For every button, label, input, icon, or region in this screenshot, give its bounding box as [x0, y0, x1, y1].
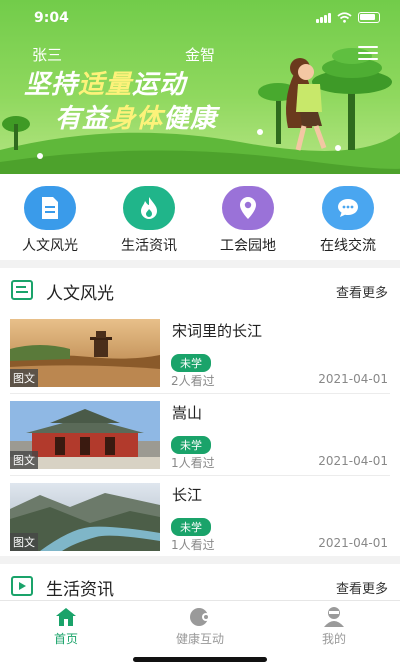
home-indicator [133, 657, 267, 662]
location-pin-icon [222, 186, 274, 230]
status-bar: 9:04 [0, 0, 400, 36]
quicknav-chat[interactable]: 在线交流 [298, 186, 398, 255]
status-badge: 未学 [171, 518, 211, 536]
status-icons [316, 12, 380, 23]
article-thumbnail: 图文 [10, 401, 160, 469]
wifi-icon [337, 12, 352, 23]
tab-profile[interactable]: 我的 [274, 605, 394, 647]
quicknav-life[interactable]: 生活资讯 [99, 186, 199, 255]
article-date: 2021-04-01 [318, 454, 388, 468]
tab-home[interactable]: 首页 [6, 605, 126, 647]
view-more-link[interactable]: 查看更多 [336, 578, 388, 597]
signal-icon [316, 12, 331, 23]
tab-label: 健康互动 [175, 632, 224, 646]
status-badge: 未学 [171, 354, 211, 372]
video-list-icon [11, 576, 33, 596]
banner-slogan-line2: 有益身体健康 [55, 104, 218, 134]
fire-icon [123, 186, 175, 230]
view-more-link[interactable]: 查看更多 [336, 282, 388, 301]
article-title: 嵩山 [172, 404, 203, 422]
quicknav-label: 人文风光 [22, 238, 78, 254]
battery-icon [358, 12, 380, 23]
section-header: 人文风光 查看更多 [0, 268, 400, 312]
article-title: 宋词里的长江 [172, 322, 263, 340]
tab-label: 首页 [53, 632, 78, 646]
status-time: 9:04 [34, 10, 69, 26]
tab-health[interactable]: 健康互动 [140, 605, 260, 647]
thumbnail-tag: 图文 [10, 533, 38, 551]
app-title: 金智 [184, 46, 215, 64]
chat-bubble-icon [322, 186, 374, 230]
section-life: 生活资讯 查看更多 [0, 564, 400, 600]
view-count: 2人看过 [171, 374, 215, 388]
quicknav-label: 工会园地 [220, 238, 276, 254]
section-header: 生活资讯 查看更多 [0, 564, 400, 600]
article-date: 2021-04-01 [318, 536, 388, 550]
quicknav-label: 在线交流 [320, 238, 376, 254]
profile-icon [274, 605, 394, 629]
document-icon [24, 186, 76, 230]
thumbnail-tag: 图文 [10, 451, 38, 469]
article-title: 长江 [172, 486, 203, 504]
section-title: 人文风光 [46, 284, 114, 304]
quick-nav: 人文风光 生活资讯 工会园地 在线交流 [0, 174, 400, 260]
article-thumbnail: 图文 [10, 483, 160, 551]
health-icon [140, 605, 260, 629]
home-icon [6, 605, 126, 629]
thumbnail-tag: 图文 [10, 369, 38, 387]
tab-label: 我的 [321, 632, 346, 646]
article-thumbnail: 图文 [10, 319, 160, 387]
list-item[interactable]: 图文 宋词里的长江 未学 2人看过 2021-04-01 [0, 312, 400, 394]
menu-icon[interactable] [358, 46, 378, 60]
quicknav-culture[interactable]: 人文风光 [0, 186, 100, 255]
view-count: 1人看过 [171, 538, 215, 552]
quicknav-union[interactable]: 工会园地 [198, 186, 298, 255]
header-banner: 9:04 张三 金智 坚持适量运动 有益身体健康 [0, 0, 400, 174]
section-culture: 人文风光 查看更多 图文 宋词里的长江 未学 2人看过 2021-04-01 图… [0, 268, 400, 556]
news-list-icon [11, 280, 33, 300]
list-item[interactable]: 图文 长江 未学 1人看过 2021-04-01 [0, 476, 400, 558]
article-date: 2021-04-01 [318, 372, 388, 386]
section-title: 生活资讯 [46, 580, 114, 600]
banner-slogan-line1: 坚持适量运动 [24, 70, 187, 100]
list-item[interactable]: 图文 嵩山 未学 1人看过 2021-04-01 [0, 394, 400, 476]
status-badge: 未学 [171, 436, 211, 454]
view-count: 1人看过 [171, 456, 215, 470]
quicknav-label: 生活资讯 [121, 238, 177, 254]
user-name[interactable]: 张三 [32, 44, 62, 65]
